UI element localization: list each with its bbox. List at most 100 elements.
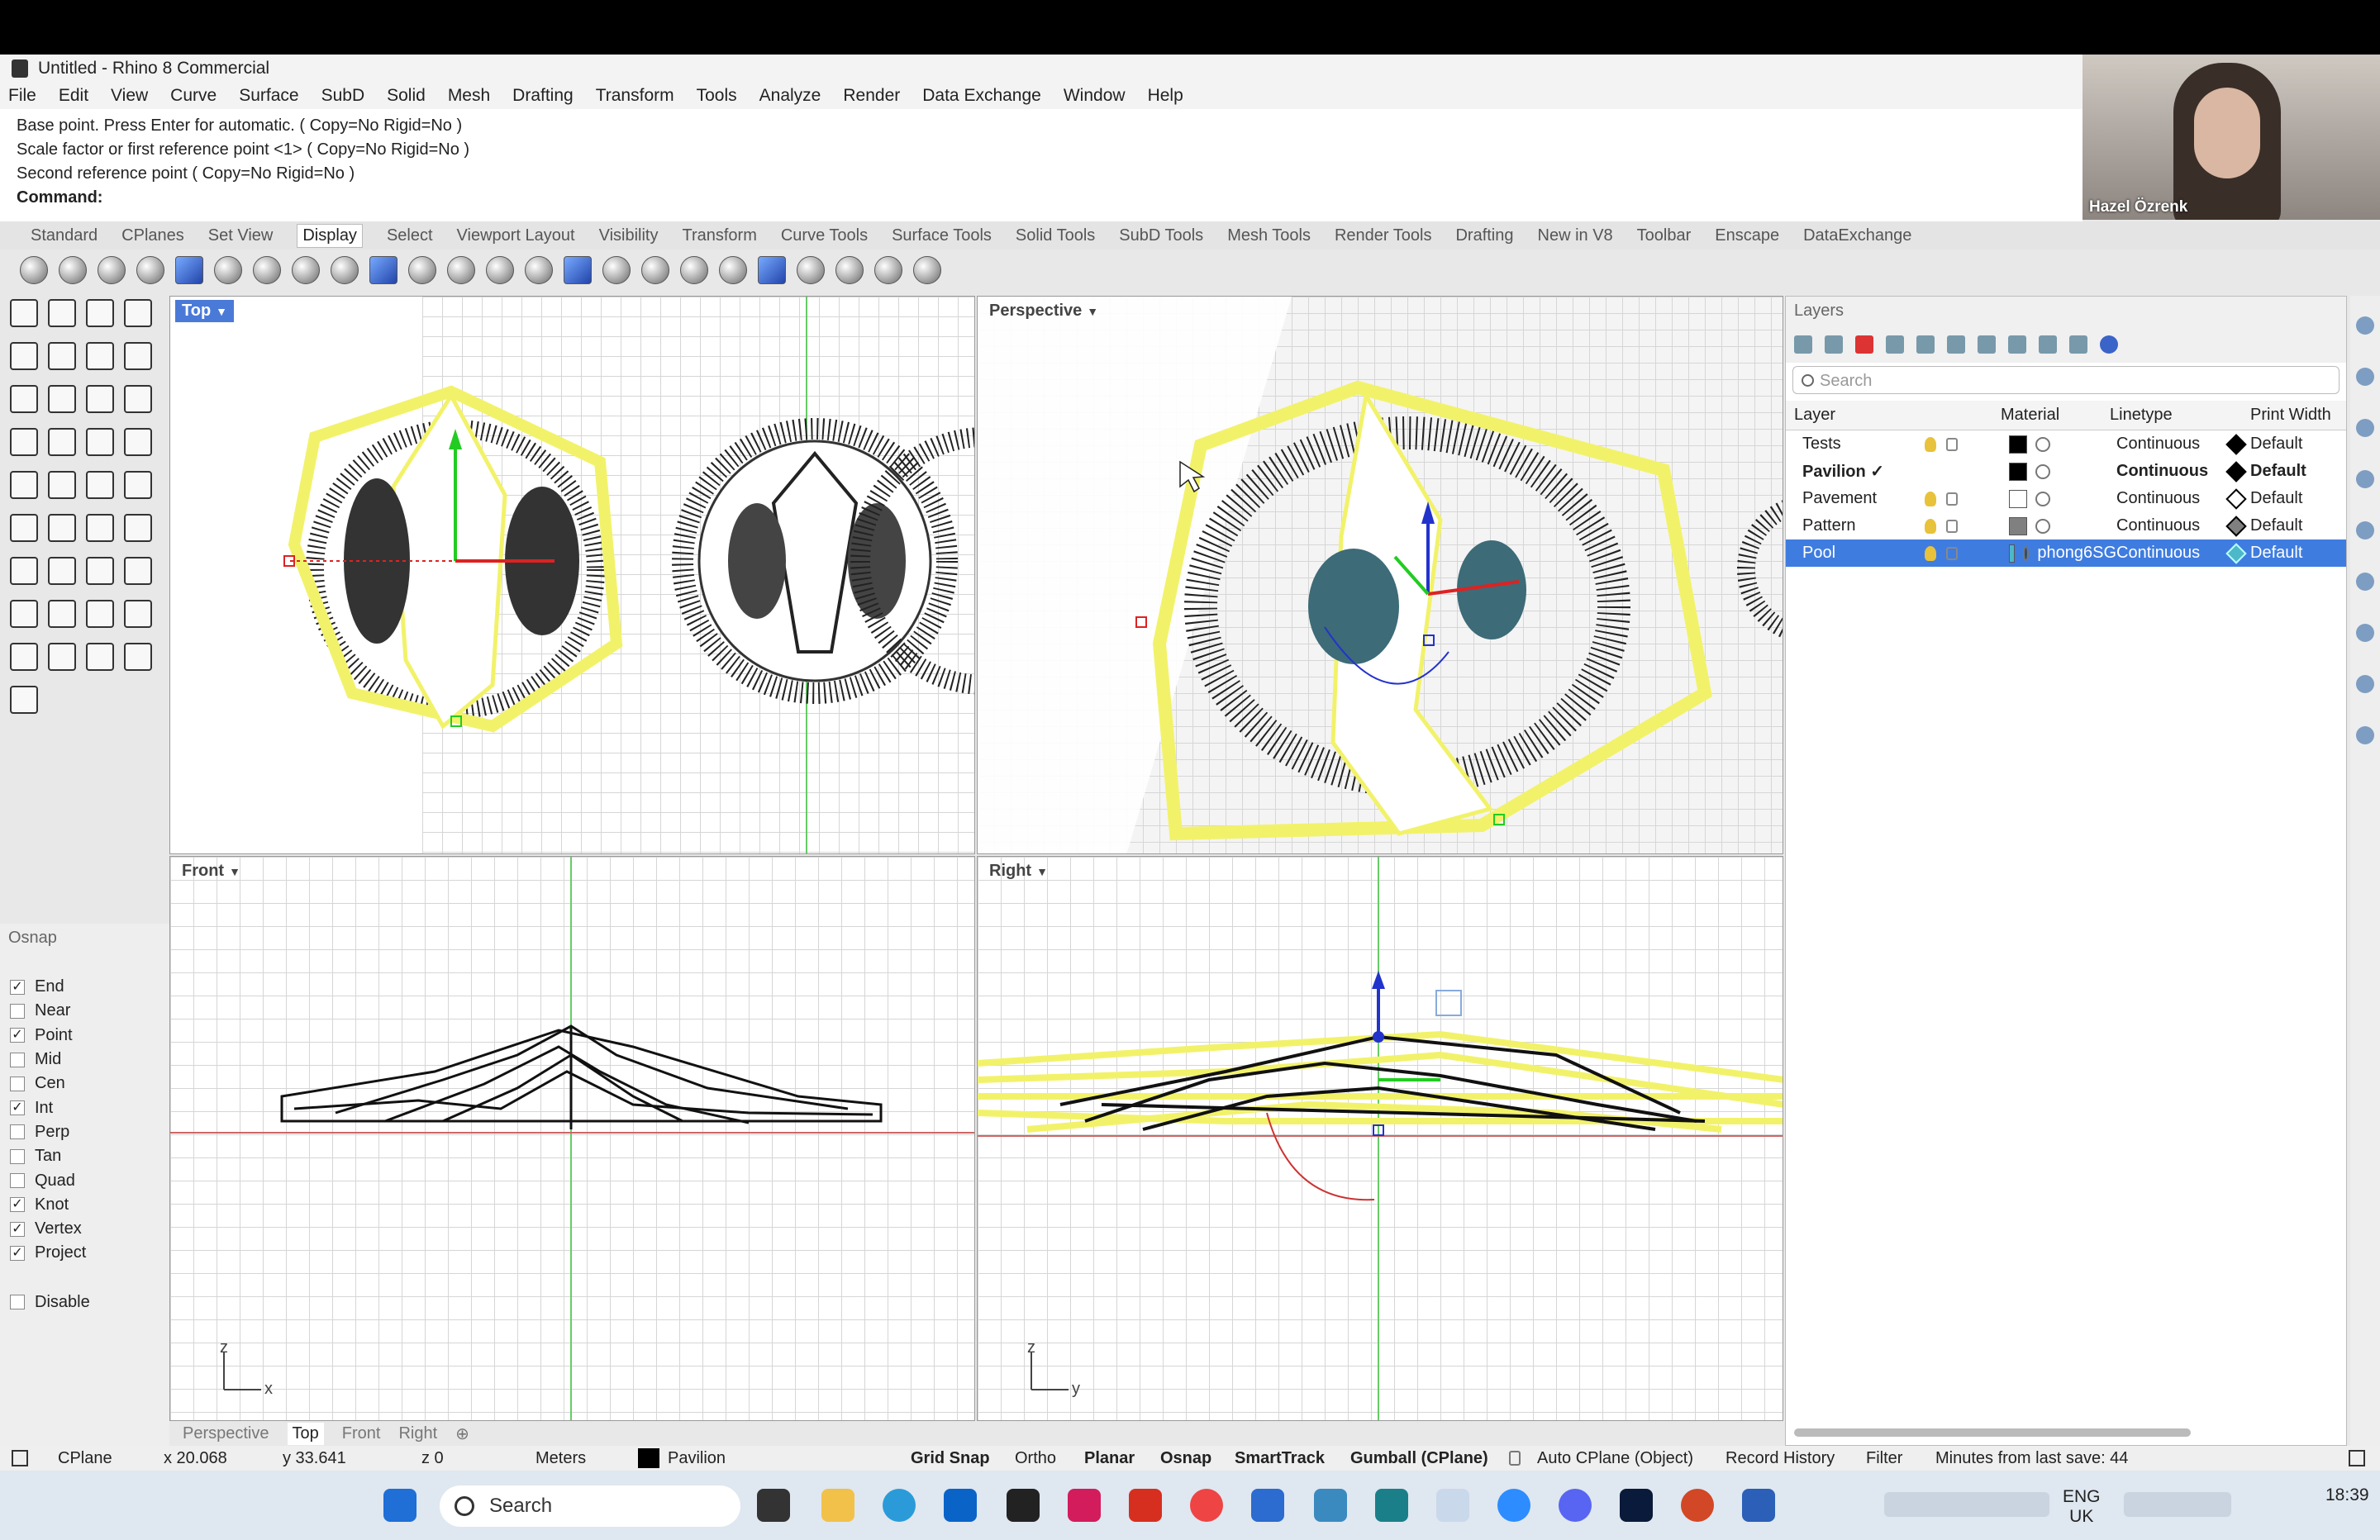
display-tool-icon-19[interactable]	[719, 256, 747, 284]
layer-color-swatch[interactable]	[2009, 435, 2027, 454]
filter-icon[interactable]	[2008, 335, 2026, 354]
status-smarttrack[interactable]: SmartTrack	[1235, 1449, 1325, 1467]
status-cplane[interactable]: CPlane	[58, 1449, 112, 1468]
osnap-checkbox[interactable]: ✓	[10, 1197, 25, 1213]
pavilion-top-copy[interactable]	[672, 418, 975, 704]
start-icon[interactable]	[383, 1489, 416, 1522]
layer-name[interactable]: Pavement	[1802, 489, 1925, 508]
panel-tab-icon-9[interactable]	[2356, 726, 2374, 744]
tab-set-view[interactable]: Set View	[208, 226, 274, 245]
command-prompt[interactable]: Command:	[17, 186, 2066, 210]
view-tab-top[interactable]: Top	[287, 1422, 324, 1445]
panel-tab-icon-1[interactable]	[2356, 316, 2374, 335]
osnap-checkbox[interactable]: ✓	[10, 979, 25, 995]
status-record-history[interactable]: Record History	[1726, 1449, 1835, 1468]
layer-row-pool[interactable]: Pool phong6SG Continuous Default	[1786, 539, 2346, 567]
layer-lock-icon[interactable]	[1946, 546, 1958, 560]
header-print-width[interactable]: Print Width	[2250, 406, 2331, 425]
new-layer-icon[interactable]	[1794, 335, 1812, 354]
tray-icons[interactable]	[1884, 1492, 2049, 1517]
layer-lock-icon[interactable]	[1946, 437, 1958, 451]
status-filter[interactable]: Filter	[1866, 1449, 1902, 1468]
tab-dataexchange[interactable]: DataExchange	[1803, 226, 1911, 245]
display-tool-icon-22[interactable]	[835, 256, 864, 284]
viewport-perspective[interactable]: Perspective ▼	[977, 296, 1783, 854]
osnap-checkbox[interactable]	[10, 1173, 25, 1189]
chrome-icon[interactable]	[1190, 1489, 1223, 1522]
menu-transform[interactable]: Transform	[596, 86, 674, 106]
tool-icon-21[interactable]	[10, 514, 38, 542]
panel-tab-icon-8[interactable]	[2356, 675, 2374, 693]
tool-icon-18[interactable]	[48, 471, 76, 499]
panel-tab-icon-2[interactable]	[2356, 368, 2374, 386]
status-grid-snap[interactable]: Grid Snap	[911, 1449, 990, 1467]
tool-icon-5[interactable]	[10, 342, 38, 370]
tool-icon-13[interactable]	[10, 428, 38, 456]
word-icon[interactable]	[1742, 1489, 1775, 1522]
status-layer[interactable]: Pavilion	[668, 1449, 726, 1468]
display-tool-icon-8[interactable]	[292, 256, 320, 284]
layer-print-width[interactable]: Default	[2225, 515, 2302, 537]
viewport-right[interactable]: Right ▼ z y	[977, 856, 1783, 1421]
osnap-quad[interactable]: Quad	[0, 1168, 169, 1192]
status-planar[interactable]: Planar	[1084, 1449, 1135, 1467]
layer-material-icon[interactable]	[2035, 518, 2050, 534]
panel-tab-icon-5[interactable]	[2356, 521, 2374, 539]
header-layer[interactable]: Layer	[1794, 406, 2001, 425]
3dsmax-icon[interactable]	[1375, 1489, 1408, 1522]
tool-icon-11[interactable]	[86, 385, 114, 413]
display-tool-icon-14[interactable]	[525, 256, 553, 284]
tool-icon-14[interactable]	[48, 428, 76, 456]
layer-print-width[interactable]: Default	[2225, 433, 2302, 455]
tool-icon-8[interactable]	[124, 342, 152, 370]
osnap-checkbox[interactable]: ✓	[10, 1028, 25, 1043]
view-tab-front[interactable]: Front	[342, 1424, 381, 1443]
display-tool-icon-2[interactable]	[59, 256, 87, 284]
new-sublayer-icon[interactable]	[1825, 335, 1843, 354]
photoshop-icon[interactable]	[1620, 1489, 1653, 1522]
osnap-checkbox[interactable]	[10, 1003, 25, 1019]
menu-analyze[interactable]: Analyze	[759, 86, 821, 106]
osnap-project[interactable]: ✓ Project	[0, 1241, 169, 1265]
tool-icon-33[interactable]	[10, 643, 38, 671]
osnap-checkbox[interactable]: ✓	[10, 1100, 25, 1116]
tool-icon-2[interactable]	[48, 299, 76, 327]
tool-icon-1[interactable]	[10, 299, 38, 327]
tool-icon-29[interactable]	[10, 600, 38, 628]
osnap-checkbox[interactable]	[10, 1148, 25, 1164]
viewport-top-label[interactable]: Top ▼	[175, 300, 235, 322]
pavilion-right-selected[interactable]	[978, 971, 1783, 1201]
header-material[interactable]: Material	[2001, 406, 2110, 425]
layer-name[interactable]: Tests	[1802, 435, 1925, 454]
tab-solid-tools[interactable]: Solid Tools	[1016, 226, 1095, 245]
osnap-near[interactable]: Near	[0, 999, 169, 1023]
tool-icon-37[interactable]	[10, 686, 38, 714]
layer-lock-icon[interactable]	[1946, 519, 1958, 533]
tool-icon-35[interactable]	[86, 643, 114, 671]
layer-linetype[interactable]: Continuous	[2116, 435, 2229, 454]
pavilion-front-wireframe[interactable]	[280, 1024, 883, 1129]
layer-name[interactable]: Pattern	[1802, 516, 1925, 535]
osnap-end[interactable]: ✓ End	[0, 975, 169, 999]
add-view-tab-icon[interactable]: ⊕	[455, 1424, 469, 1444]
viewport-front[interactable]: Front ▼ z x	[169, 856, 975, 1421]
menu-edit[interactable]: Edit	[59, 86, 88, 106]
layer-linetype[interactable]: Continuous	[2116, 489, 2229, 508]
display-tool-icon-17[interactable]	[641, 256, 669, 284]
menu-view[interactable]: View	[111, 86, 148, 106]
zoom-icon[interactable]	[1497, 1489, 1530, 1522]
move-down-icon[interactable]	[1947, 335, 1965, 354]
osnap-mid[interactable]: Mid	[0, 1048, 169, 1072]
layer-bulb-icon[interactable]	[1925, 436, 1936, 452]
menu-data-exchange[interactable]: Data Exchange	[922, 86, 1041, 106]
viewport-perspective-label[interactable]: Perspective ▼	[983, 300, 1105, 322]
osnap-tan[interactable]: Tan	[0, 1144, 169, 1168]
osnap-vertex[interactable]: ✓ Vertex	[0, 1217, 169, 1241]
menu-mesh[interactable]: Mesh	[448, 86, 490, 106]
tool-icon-34[interactable]	[48, 643, 76, 671]
status-ortho[interactable]: Ortho	[1015, 1449, 1056, 1468]
tool-icon-28[interactable]	[124, 557, 152, 585]
display-tool-icon-18[interactable]	[680, 256, 708, 284]
layer-material-icon[interactable]	[1886, 335, 1904, 354]
menu-window[interactable]: Window	[1064, 86, 1126, 106]
